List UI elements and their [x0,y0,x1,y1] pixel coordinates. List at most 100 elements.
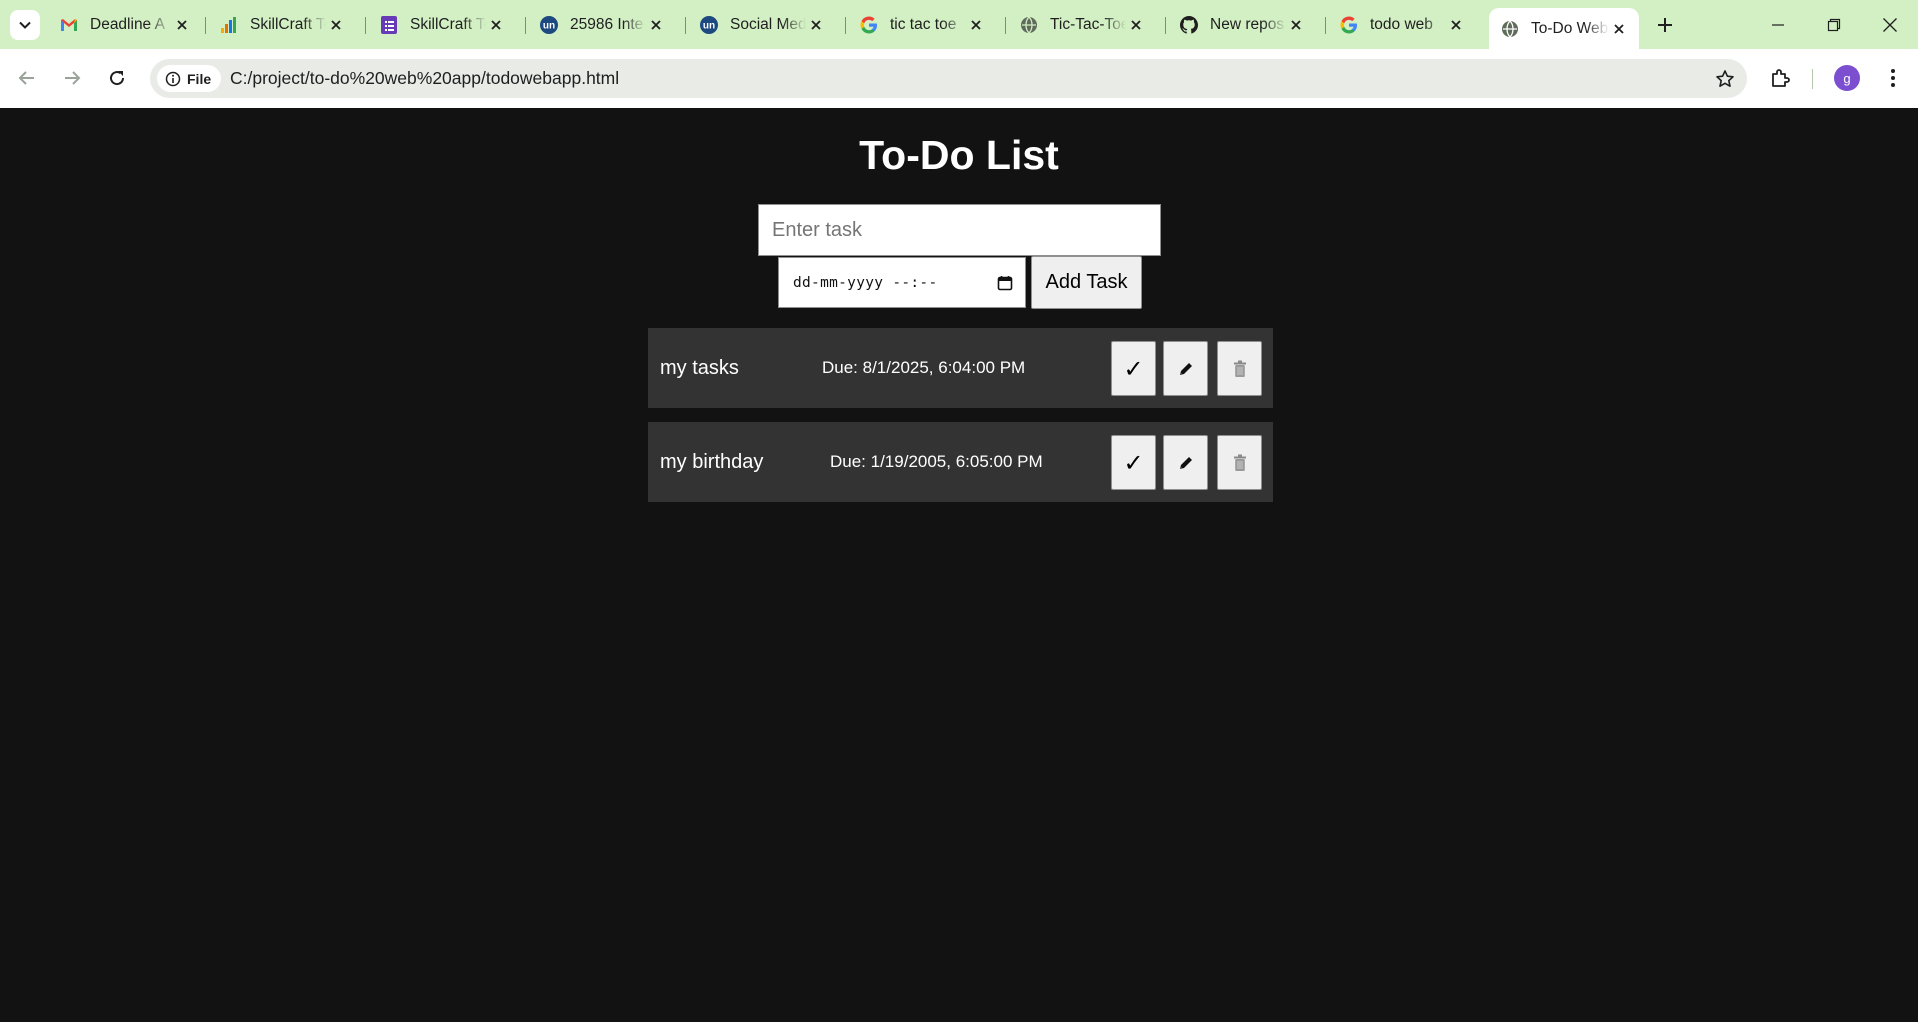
toolbar-divider [1812,69,1813,89]
tab-divider [685,17,686,34]
puzzle-icon [1772,69,1790,87]
arrow-right-icon [65,71,81,85]
tab-title: 25986 Inte [570,15,644,33]
close-icon[interactable] [326,15,346,35]
tab-divider [1165,17,1166,34]
close-icon[interactable] [1126,15,1146,35]
task-item: my tasks Due: 8/1/2025, 6:04:00 PM ✓ [648,328,1273,408]
close-icon[interactable] [966,15,986,35]
tab-todo-web-active[interactable]: To-Do Web [1489,8,1639,49]
close-icon[interactable] [172,15,192,35]
delete-button[interactable] [1217,435,1262,490]
profile-avatar[interactable]: g [1834,65,1860,91]
task-input[interactable] [758,204,1161,256]
new-tab-button[interactable] [1650,10,1680,40]
tab-divider [1325,17,1326,34]
arrow-left-icon [18,71,34,85]
tab-skillcraft-forms[interactable]: SkillCraft Te [368,8,516,41]
close-icon[interactable] [486,15,506,35]
reload-button[interactable] [99,60,135,96]
close-icon[interactable] [1286,15,1306,35]
checkmark-icon: ✓ [1123,448,1144,477]
tab-unstop-social[interactable]: un Social Med [688,8,836,41]
task-name: my birthday [660,451,764,473]
site-info-label: File [187,70,212,87]
page-title: To-Do List [859,132,1059,178]
datetime-placeholder: dd-mm-yyyy --:-- [793,274,938,291]
tab-divider [1005,17,1006,34]
edit-button[interactable] [1163,341,1208,396]
url-text[interactable]: C:/project/to-do%20web%20app/todowebapp.… [230,59,619,98]
edit-button[interactable] [1163,435,1208,490]
todo-app-page: To-Do List dd-mm-yyyy --:-- Add Task my … [0,108,1918,1022]
tab-title: SkillCraft Te [410,15,486,33]
globe-icon [1501,20,1519,38]
forms-icon [380,15,398,34]
chevron-down-icon [19,21,31,29]
tab-title: tic tac toe [890,15,957,33]
tab-search-button[interactable] [10,10,40,40]
tab-divider [365,17,366,34]
tab-title: todo web [1370,15,1433,33]
restore-button[interactable] [1806,0,1861,49]
task-list: my tasks Due: 8/1/2025, 6:04:00 PM ✓ my … [648,328,1273,516]
info-icon [165,71,181,86]
svg-text:un: un [543,20,555,31]
task-due-date: Due: 8/1/2025, 6:04:00 PM [822,358,1026,377]
tab-title: Deadline A [90,15,165,33]
tab-title: New repos [1210,15,1285,33]
complete-button[interactable]: ✓ [1111,341,1156,396]
task-item: my birthday Due: 1/19/2005, 6:05:00 PM ✓ [648,422,1273,502]
svg-text:un: un [703,20,715,31]
google-icon [860,16,878,34]
unstop-icon: un [540,15,558,34]
calendar-icon[interactable] [997,275,1013,291]
close-icon[interactable] [1609,19,1629,39]
globe-icon [1020,16,1038,34]
checkmark-icon: ✓ [1123,354,1144,383]
task-due-date: Due: 1/19/2005, 6:05:00 PM [830,452,1043,471]
more-vertical-icon [1891,69,1895,87]
complete-button[interactable]: ✓ [1111,435,1156,490]
reload-icon [110,71,125,86]
due-datetime-input[interactable]: dd-mm-yyyy --:-- [778,257,1026,308]
browser-menu-button[interactable] [1876,61,1910,95]
restore-icon [1827,18,1840,31]
address-bar[interactable]: File C:/project/to-do%20web%20app/todowe… [150,59,1747,98]
task-name: my tasks [660,357,739,379]
close-icon[interactable] [1446,15,1466,35]
tab-divider [205,17,206,34]
close-icon[interactable] [646,15,666,35]
plus-icon [1658,18,1672,32]
tab-google-todo[interactable]: todo web [1328,8,1476,41]
tab-google-tictactoe[interactable]: tic tac toe [848,8,996,41]
unstop-icon: un [700,15,718,34]
trash-icon [1233,454,1246,471]
browser-toolbar: File C:/project/to-do%20web%20app/todowe… [0,49,1918,108]
tab-strip: Deadline A SkillCraft Te SkillCraft Te u… [0,0,1918,49]
back-button[interactable] [9,60,45,96]
github-icon [1180,15,1198,34]
tab-skillcraft-analytics[interactable]: SkillCraft Te [208,8,356,41]
minimize-icon [1771,23,1784,26]
pencil-icon [1179,456,1192,469]
star-icon [1716,70,1734,87]
close-window-button[interactable] [1862,0,1917,49]
tab-deadline[interactable]: Deadline A [48,8,202,41]
add-task-button[interactable]: Add Task [1031,256,1142,309]
tab-title: To-Do Web [1531,19,1609,37]
extensions-button[interactable] [1763,61,1797,95]
close-icon[interactable] [806,15,826,35]
bookmark-button[interactable] [1713,67,1737,91]
tab-tictactoe-site[interactable]: Tic-Tac-Toe [1008,8,1156,41]
close-icon [1882,17,1897,32]
tab-title: SkillCraft Te [250,15,326,33]
google-icon [1340,16,1358,34]
tab-unstop-25986[interactable]: un 25986 Inte [528,8,676,41]
pencil-icon [1179,362,1192,375]
delete-button[interactable] [1217,341,1262,396]
minimize-button[interactable] [1750,0,1805,49]
forward-button[interactable] [54,60,90,96]
tab-github-new-repo[interactable]: New repos [1168,8,1316,41]
site-info-chip[interactable]: File [157,65,222,92]
